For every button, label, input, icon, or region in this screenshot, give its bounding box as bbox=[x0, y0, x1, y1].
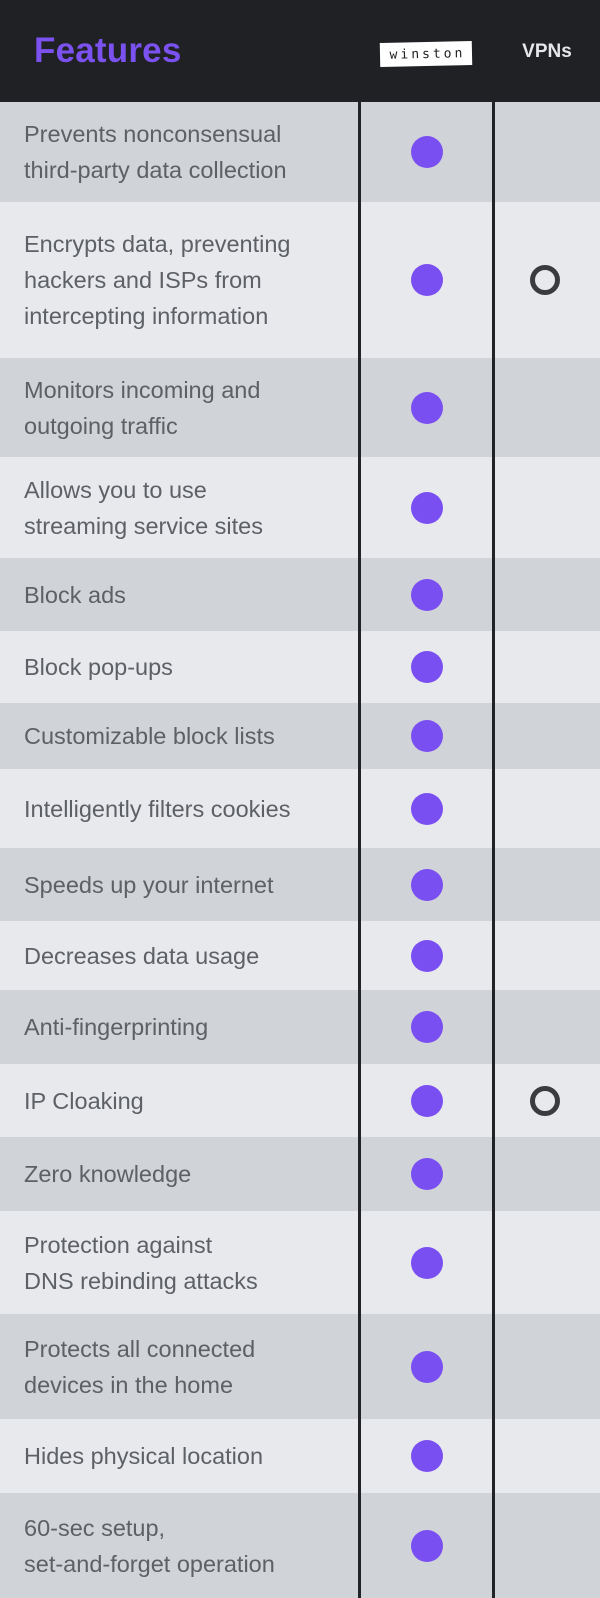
winston-logo-text: winston bbox=[389, 45, 466, 63]
vpn-partial-ring-icon bbox=[530, 1085, 560, 1116]
table-row: Block pop-ups bbox=[0, 631, 600, 703]
table-row: Encrypts data, preventing hackers and IS… bbox=[0, 202, 600, 358]
winston-supported-dot-icon bbox=[411, 1011, 443, 1043]
winston-logo: winston bbox=[379, 41, 473, 67]
features-heading: Features bbox=[34, 31, 182, 70]
table-row: Allows you to use streaming service site… bbox=[0, 457, 600, 558]
feature-label: Allows you to use streaming service site… bbox=[24, 476, 263, 539]
feature-label: Hides physical location bbox=[24, 1443, 264, 1469]
table-row: IP Cloaking bbox=[0, 1064, 600, 1137]
table-row: Anti-fingerprinting bbox=[0, 990, 600, 1064]
feature-label: Anti-fingerprinting bbox=[24, 1014, 209, 1040]
table-row: Speeds up your internet bbox=[0, 848, 600, 921]
table-row: Intelligently filters cookies bbox=[0, 769, 600, 848]
vpn-partial-ring-icon bbox=[530, 265, 560, 295]
winston-supported-dot-icon bbox=[411, 136, 443, 168]
feature-label: Zero knowledge bbox=[24, 1161, 192, 1187]
feature-label: Decreases data usage bbox=[24, 942, 260, 969]
winston-supported-dot-icon bbox=[411, 264, 443, 296]
table-row: Block ads bbox=[0, 558, 600, 631]
table-row: Zero knowledge bbox=[0, 1137, 600, 1211]
feature-label: Encrypts data, preventing hackers and IS… bbox=[24, 231, 291, 329]
table-row: Protection against DNS rebinding attacks bbox=[0, 1211, 600, 1314]
table-row: Hides physical location bbox=[0, 1419, 600, 1493]
table-row: Decreases data usage bbox=[0, 921, 600, 990]
column-divider-winston bbox=[358, 102, 361, 1598]
winston-supported-dot-icon bbox=[411, 578, 443, 611]
feature-label: Intelligently filters cookies bbox=[24, 795, 291, 822]
table-row: Monitors incoming and outgoing traffic bbox=[0, 358, 600, 457]
winston-supported-dot-icon bbox=[411, 1529, 443, 1562]
table-row: Customizable block lists bbox=[0, 703, 600, 769]
feature-label: IP Cloaking bbox=[24, 1087, 144, 1114]
feature-label: Block ads bbox=[24, 581, 126, 608]
winston-supported-dot-icon bbox=[411, 1158, 443, 1190]
feature-label: Customizable block lists bbox=[24, 723, 275, 749]
winston-supported-dot-icon bbox=[411, 491, 443, 524]
winston-supported-dot-icon bbox=[411, 651, 443, 683]
winston-supported-dot-icon bbox=[411, 391, 443, 424]
winston-supported-dot-icon bbox=[411, 1350, 443, 1383]
feature-label: Prevents nonconsensual third-party data … bbox=[24, 121, 287, 183]
feature-label: Block pop-ups bbox=[24, 654, 173, 680]
feature-label: Speeds up your internet bbox=[24, 871, 274, 898]
winston-supported-dot-icon bbox=[411, 1246, 443, 1279]
table-row: 60-sec setup, set-and-forget operation bbox=[0, 1493, 600, 1598]
table-row: Protects all connected devices in the ho… bbox=[0, 1314, 600, 1419]
column-divider-vpns bbox=[492, 102, 495, 1598]
feature-label: 60-sec setup, set-and-forget operation bbox=[24, 1514, 275, 1577]
winston-supported-dot-icon bbox=[411, 720, 443, 752]
feature-comparison-table: Features winston VPNs Prevents nonconsen… bbox=[0, 0, 600, 1598]
feature-rows: Prevents nonconsensual third-party data … bbox=[0, 102, 600, 1598]
table-header: Features winston VPNs bbox=[0, 0, 600, 102]
feature-label: Protection against DNS rebinding attacks bbox=[24, 1231, 258, 1294]
feature-label: Protects all connected devices in the ho… bbox=[24, 1335, 256, 1398]
winston-supported-dot-icon bbox=[411, 868, 443, 901]
winston-supported-dot-icon bbox=[411, 1084, 443, 1117]
winston-supported-dot-icon bbox=[411, 792, 443, 825]
winston-supported-dot-icon bbox=[411, 939, 443, 972]
table-row: Prevents nonconsensual third-party data … bbox=[0, 102, 600, 202]
winston-supported-dot-icon bbox=[411, 1440, 443, 1472]
feature-label: Monitors incoming and outgoing traffic bbox=[24, 376, 261, 439]
vpns-column-heading: VPNs bbox=[522, 41, 572, 62]
